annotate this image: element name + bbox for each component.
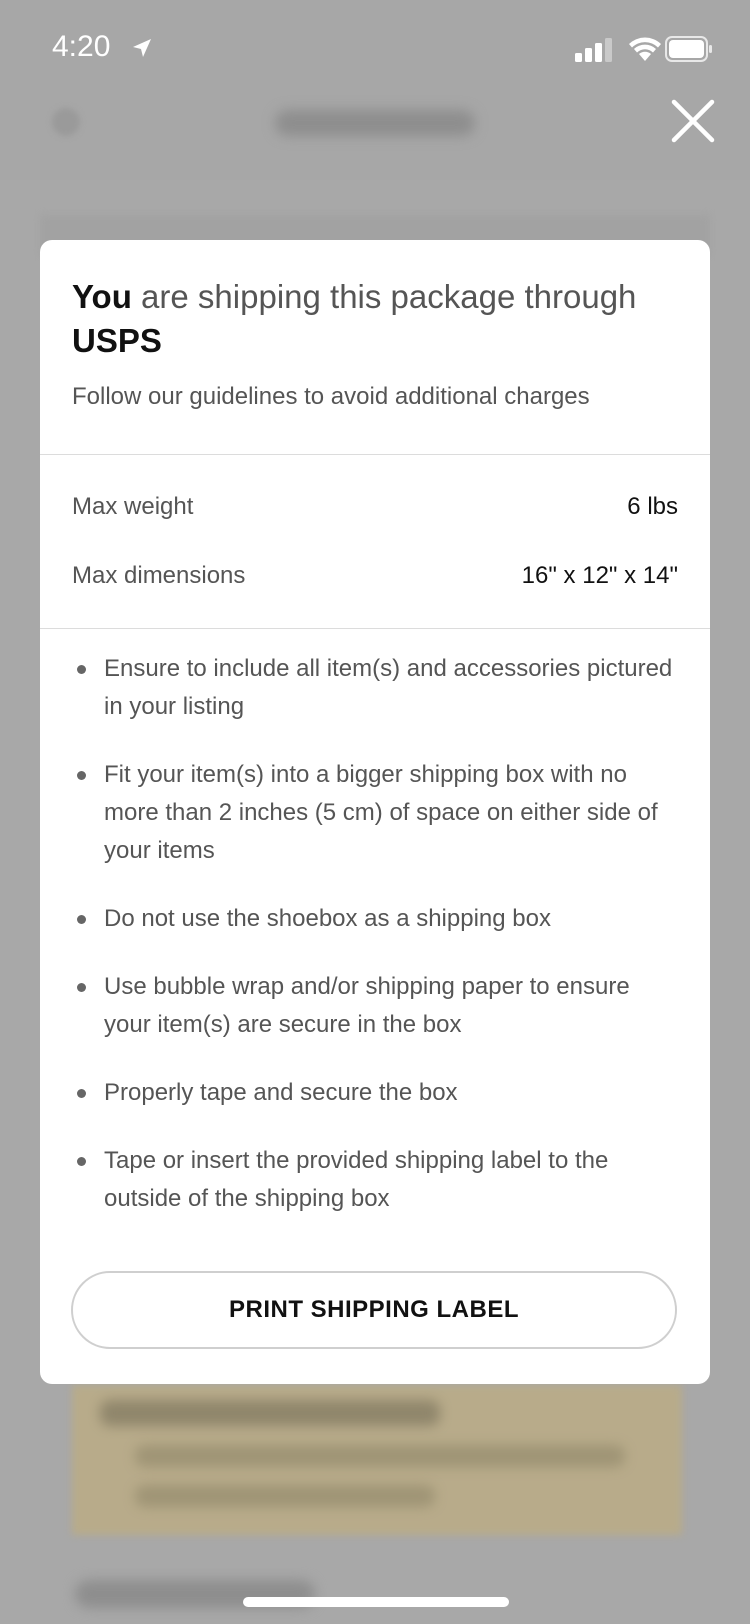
- divider: [40, 628, 710, 629]
- bullet: [77, 915, 86, 924]
- cellular-signal-icon: [575, 38, 612, 62]
- blurred-back-button: [52, 108, 80, 136]
- bullet: [77, 983, 86, 992]
- guideline-text: Fit your item(s) into a bigger shipping …: [104, 761, 658, 864]
- guideline-item: Properly tape and secure the box: [72, 1074, 682, 1112]
- title-text: are shipping this package through: [131, 278, 637, 315]
- location-arrow-icon: [133, 39, 151, 57]
- modal-title: You are shipping this package through US…: [72, 275, 682, 363]
- guidelines-list: Ensure to include all item(s) and access…: [72, 650, 682, 1218]
- title-strong-you: You: [72, 278, 132, 315]
- status-time: 4:20: [52, 30, 111, 63]
- guideline-text: Properly tape and secure the box: [104, 1079, 458, 1106]
- blurred-notice-line: [100, 1400, 440, 1426]
- guideline-text: Do not use the shoebox as a shipping box: [104, 905, 551, 932]
- close-icon[interactable]: [670, 98, 716, 144]
- modal-subtitle: Follow our guidelines to avoid additiona…: [72, 383, 590, 410]
- bullet: [77, 771, 86, 780]
- home-indicator[interactable]: [243, 1597, 509, 1607]
- guideline-item: Do not use the shoebox as a shipping box: [72, 900, 682, 938]
- blurred-page-title: [275, 110, 475, 136]
- max-dimensions-value: 16" x 12" x 14": [521, 562, 678, 589]
- guideline-item: Fit your item(s) into a bigger shipping …: [72, 756, 682, 870]
- max-weight-label: Max weight: [72, 493, 194, 520]
- max-weight-value: 6 lbs: [627, 493, 678, 520]
- divider: [40, 454, 710, 455]
- print-shipping-label-button[interactable]: PRINT SHIPPING LABEL: [71, 1271, 677, 1349]
- guideline-item: Use bubble wrap and/or shipping paper to…: [72, 968, 682, 1044]
- wifi-icon: [629, 37, 661, 61]
- blurred-notice-line: [135, 1485, 435, 1507]
- blurred-notice-line: [135, 1445, 625, 1467]
- bullet: [77, 1157, 86, 1166]
- background-header: [0, 0, 750, 180]
- guideline-text: Use bubble wrap and/or shipping paper to…: [104, 973, 630, 1038]
- guideline-item: Ensure to include all item(s) and access…: [72, 650, 682, 726]
- shipping-guidelines-modal: You are shipping this package through US…: [40, 240, 710, 1384]
- battery-icon: [665, 36, 712, 62]
- guideline-text: Ensure to include all item(s) and access…: [104, 655, 673, 720]
- max-dimensions-label: Max dimensions: [72, 562, 246, 589]
- bullet: [77, 665, 86, 674]
- guideline-item: Tape or insert the provided shipping lab…: [72, 1142, 682, 1218]
- title-strong-carrier: USPS: [72, 322, 162, 359]
- guideline-text: Tape or insert the provided shipping lab…: [104, 1147, 609, 1212]
- bullet: [77, 1089, 86, 1098]
